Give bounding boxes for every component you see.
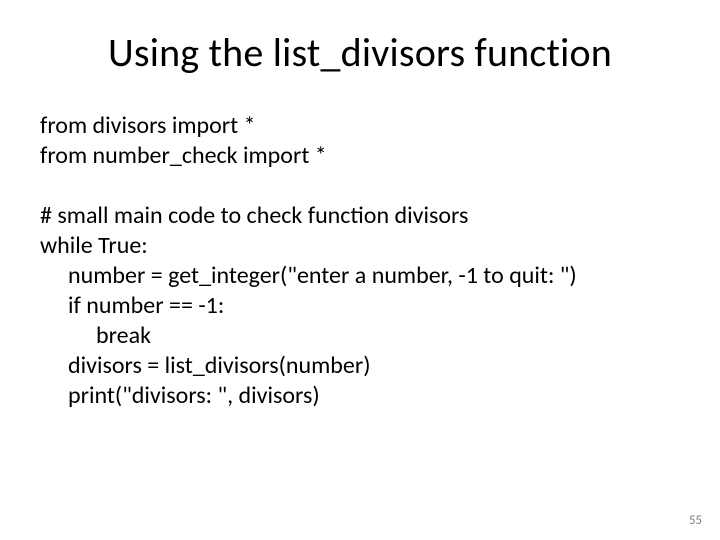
code-line: from number_check import * bbox=[40, 141, 680, 171]
code-line: # small main code to check function divi… bbox=[40, 201, 680, 231]
slide-body: from divisors import * from number_check… bbox=[40, 111, 680, 411]
code-line: divisors = list_divisors(number) bbox=[40, 351, 680, 381]
code-line: break bbox=[40, 321, 680, 351]
code-line: print("divisors: ", divisors) bbox=[40, 381, 680, 411]
slide: Using the list_divisors function from di… bbox=[0, 0, 720, 540]
slide-title: Using the list_divisors function bbox=[40, 28, 680, 77]
code-line: from divisors import * bbox=[40, 111, 680, 141]
code-line: if number == -1: bbox=[40, 291, 680, 321]
blank-line bbox=[40, 171, 680, 201]
code-line: number = get_integer("enter a number, -1… bbox=[40, 261, 680, 291]
code-line: while True: bbox=[40, 231, 680, 261]
page-number: 55 bbox=[689, 513, 702, 528]
